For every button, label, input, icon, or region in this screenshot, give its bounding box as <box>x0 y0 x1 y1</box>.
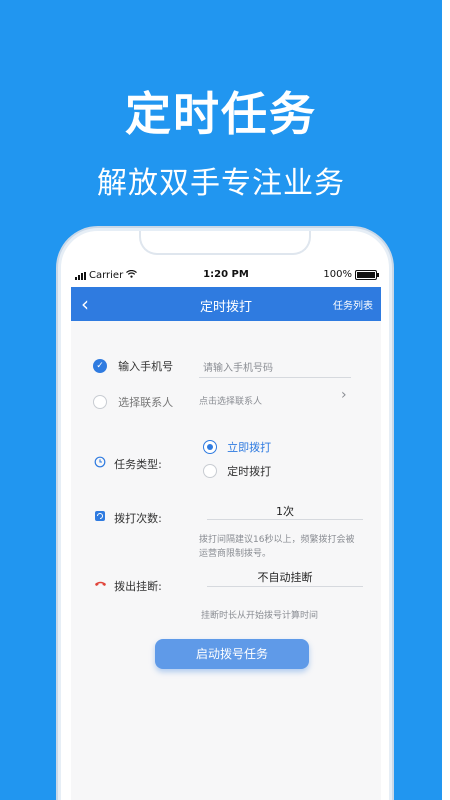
radio-unselected-icon[interactable] <box>203 463 217 478</box>
task-type-now-label: 立即拨打 <box>227 440 272 454</box>
option-phone-label: 输入手机号 <box>118 359 174 373</box>
chevron-right-icon[interactable]: › <box>341 387 347 403</box>
redial-icon <box>93 510 107 525</box>
radio-selected-icon[interactable] <box>203 439 217 454</box>
hangup-phone-icon <box>93 579 107 592</box>
dial-count-row: 拨打次数: <box>93 507 162 526</box>
dial-interval-hint: 拨打间隔建议16秒以上，频繁拨打会被 运营商限制拨号。 <box>199 533 377 561</box>
task-type-option-scheduled[interactable]: 定时拨打 <box>203 460 271 479</box>
phone-notch <box>139 231 311 255</box>
dial-count-value[interactable]: 1次 <box>207 503 363 519</box>
hangup-label: 拨出挂断: <box>114 579 162 593</box>
promo-title: 定时任务 <box>125 87 317 141</box>
phone-input[interactable]: 请输入手机号码 <box>203 359 273 374</box>
phone-frame: Carrier 1:20 PM 100% ‹ 定时拨打 任务列表 ✓ 输入手机号… <box>58 228 392 800</box>
battery-percent: 100% <box>323 269 352 280</box>
task-form: ✓ 输入手机号 请输入手机号码 选择联系人 点击选择联系人 › 任务类型: 立即… <box>71 321 381 800</box>
start-dial-task-button[interactable]: 启动拨号任务 <box>155 639 309 669</box>
dial-interval-hint-line1: 拨打间隔建议16秒以上，频繁拨打会被 <box>199 535 355 545</box>
hangup-underline <box>207 586 363 587</box>
background-edge-strip <box>442 0 450 800</box>
phone-input-underline <box>199 377 351 378</box>
task-type-label: 任务类型: <box>114 457 162 471</box>
contact-picker[interactable]: 点击选择联系人 <box>199 394 262 407</box>
task-type-option-now[interactable]: 立即拨打 <box>203 436 271 455</box>
hangup-row: 拨出挂断: <box>93 575 162 594</box>
check-icon[interactable]: ✓ <box>93 358 107 373</box>
status-bar: Carrier 1:20 PM 100% <box>71 265 381 287</box>
task-type-scheduled-label: 定时拨打 <box>227 464 272 478</box>
battery-fill <box>357 271 375 278</box>
status-right: 100% <box>323 269 379 280</box>
option-contact-label: 选择联系人 <box>118 395 174 409</box>
hangup-hint: 挂断时长从开始拨号计算时间 <box>201 611 319 621</box>
clock-icon <box>93 456 107 471</box>
hangup-value[interactable]: 不自动挂断 <box>207 569 363 585</box>
dial-count-underline <box>207 519 363 520</box>
option-phone[interactable]: ✓ 输入手机号 <box>93 355 173 374</box>
unchecked-circle-icon[interactable] <box>93 394 107 409</box>
app-screen: Carrier 1:20 PM 100% ‹ 定时拨打 任务列表 ✓ 输入手机号… <box>71 265 381 800</box>
option-contact[interactable]: 选择联系人 <box>93 391 173 410</box>
dial-count-label: 拨打次数: <box>114 511 162 525</box>
task-type-row: 任务类型: <box>93 453 162 472</box>
dial-interval-hint-line2: 运营商限制拨号。 <box>199 549 272 559</box>
promo-subtitle: 解放双手专注业务 <box>97 166 345 201</box>
battery-icon <box>355 269 379 280</box>
navigation-bar: ‹ 定时拨打 任务列表 <box>71 287 381 321</box>
task-list-button[interactable]: 任务列表 <box>333 297 373 312</box>
